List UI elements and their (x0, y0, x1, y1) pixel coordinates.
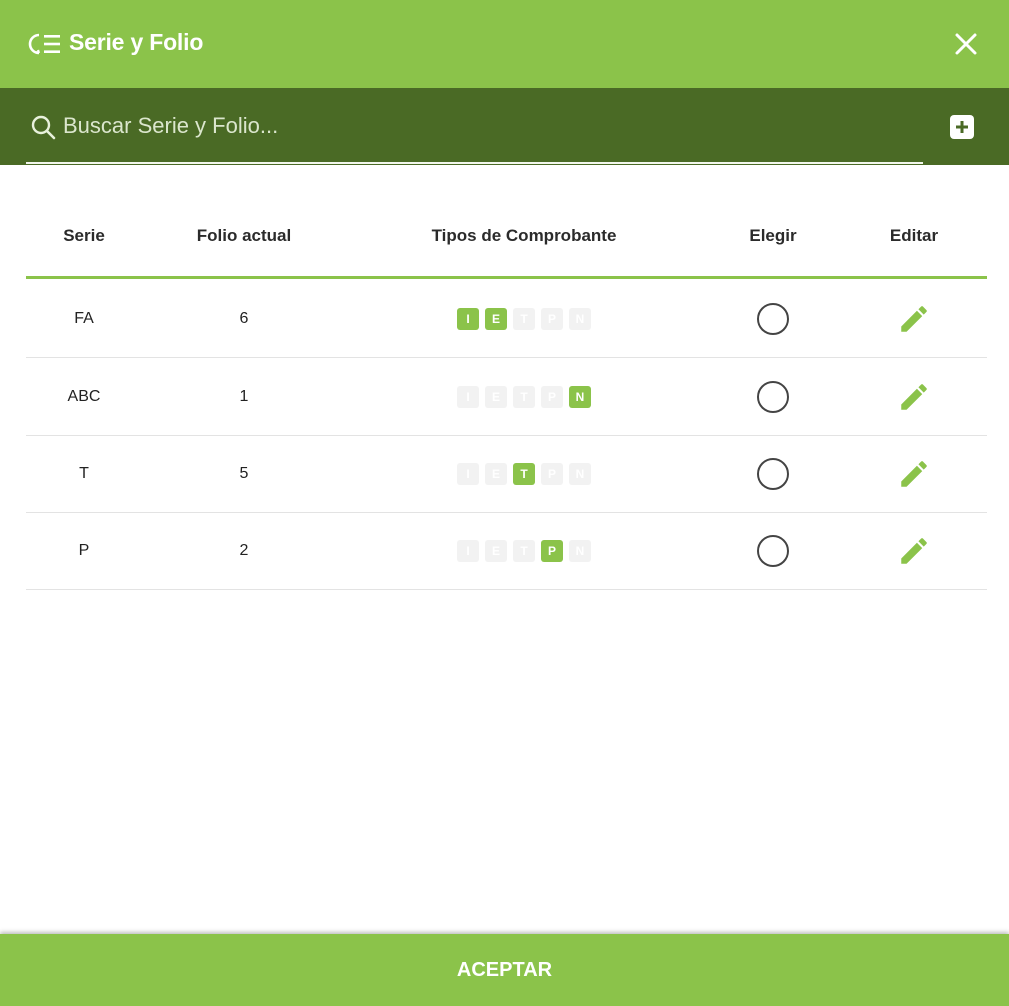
table-header: Serie Folio actual Tipos de Comprobante … (0, 226, 1009, 266)
cell-editar (897, 435, 931, 512)
cell-tipos: IETPN (457, 512, 591, 589)
cell-editar (897, 280, 931, 357)
filter-list-icon (28, 33, 60, 55)
table-row: ABC 1 I E T P N (26, 358, 987, 436)
pencil-icon[interactable] (897, 302, 931, 336)
badge-p: P (541, 307, 563, 330)
search-input[interactable] (63, 108, 763, 144)
header-tipos-comprobante: Tipos de Comprobante (431, 226, 617, 245)
close-icon[interactable] (952, 30, 980, 58)
badge-n: N (569, 385, 591, 408)
table-row: T5IETPN (26, 435, 987, 513)
search-underline (26, 162, 923, 164)
header-serie: Serie (63, 226, 105, 245)
badge-t: T (513, 385, 535, 408)
cell-folio: 6 (239, 309, 249, 327)
search-icon (31, 115, 56, 140)
accept-button[interactable]: ACEPTAR (0, 934, 1009, 1006)
badge-e: E (485, 462, 507, 485)
cell-serie: T (79, 464, 89, 482)
select-radio[interactable] (757, 534, 789, 567)
badge-e: E (485, 539, 507, 562)
badge-n: N (569, 462, 591, 485)
header-divider (26, 276, 987, 279)
cell-elegir (757, 512, 789, 589)
cell-tipos: IETPN (457, 280, 591, 357)
dialog-title: Serie y Folio (69, 29, 204, 55)
cell-elegir (757, 280, 789, 357)
badge-i: I (457, 539, 479, 562)
select-radio[interactable] (757, 380, 789, 413)
select-radio[interactable] (757, 302, 789, 335)
header-folio-actual: Folio actual (196, 226, 292, 245)
cell-editar (897, 358, 931, 435)
badge-i: I (457, 462, 479, 485)
badge-t: T (513, 539, 535, 562)
badge-p: P (541, 385, 563, 408)
accept-button-label: ACEPTAR (456, 958, 553, 981)
cell-folio: 5 (239, 464, 249, 482)
pencil-icon[interactable] (897, 534, 931, 568)
cell-elegir (757, 435, 789, 512)
header-editar: Editar (889, 226, 939, 245)
plus-square-icon (956, 121, 968, 133)
table-row: FA 6 I E T P N (26, 280, 987, 358)
badge-n: N (569, 539, 591, 562)
cell-tipos: IETPN (457, 435, 591, 512)
badge-p: P (541, 539, 563, 562)
badge-i: I (457, 307, 479, 330)
cell-tipos: IETPN (457, 358, 591, 435)
dialog-header: Serie y Folio (0, 0, 1009, 88)
badge-t: T (513, 462, 535, 485)
badge-e: E (485, 385, 507, 408)
cell-editar (897, 512, 931, 589)
cell-folio: 2 (239, 541, 249, 559)
badge-t: T (513, 307, 535, 330)
pencil-icon[interactable] (897, 380, 931, 414)
cell-elegir (757, 358, 789, 435)
header-elegir: Elegir (749, 226, 797, 245)
select-radio[interactable] (757, 457, 789, 490)
badge-n: N (569, 307, 591, 330)
badge-e: E (485, 307, 507, 330)
cell-serie: ABC (67, 387, 101, 405)
pencil-icon[interactable] (897, 457, 931, 491)
cell-serie: FA (74, 309, 94, 327)
badge-p: P (541, 462, 563, 485)
add-serie-button[interactable] (950, 115, 974, 139)
cell-serie: P (78, 541, 90, 559)
badge-i: I (457, 385, 479, 408)
cell-folio: 1 (239, 387, 249, 405)
table-row: P2IETPN (26, 512, 987, 590)
